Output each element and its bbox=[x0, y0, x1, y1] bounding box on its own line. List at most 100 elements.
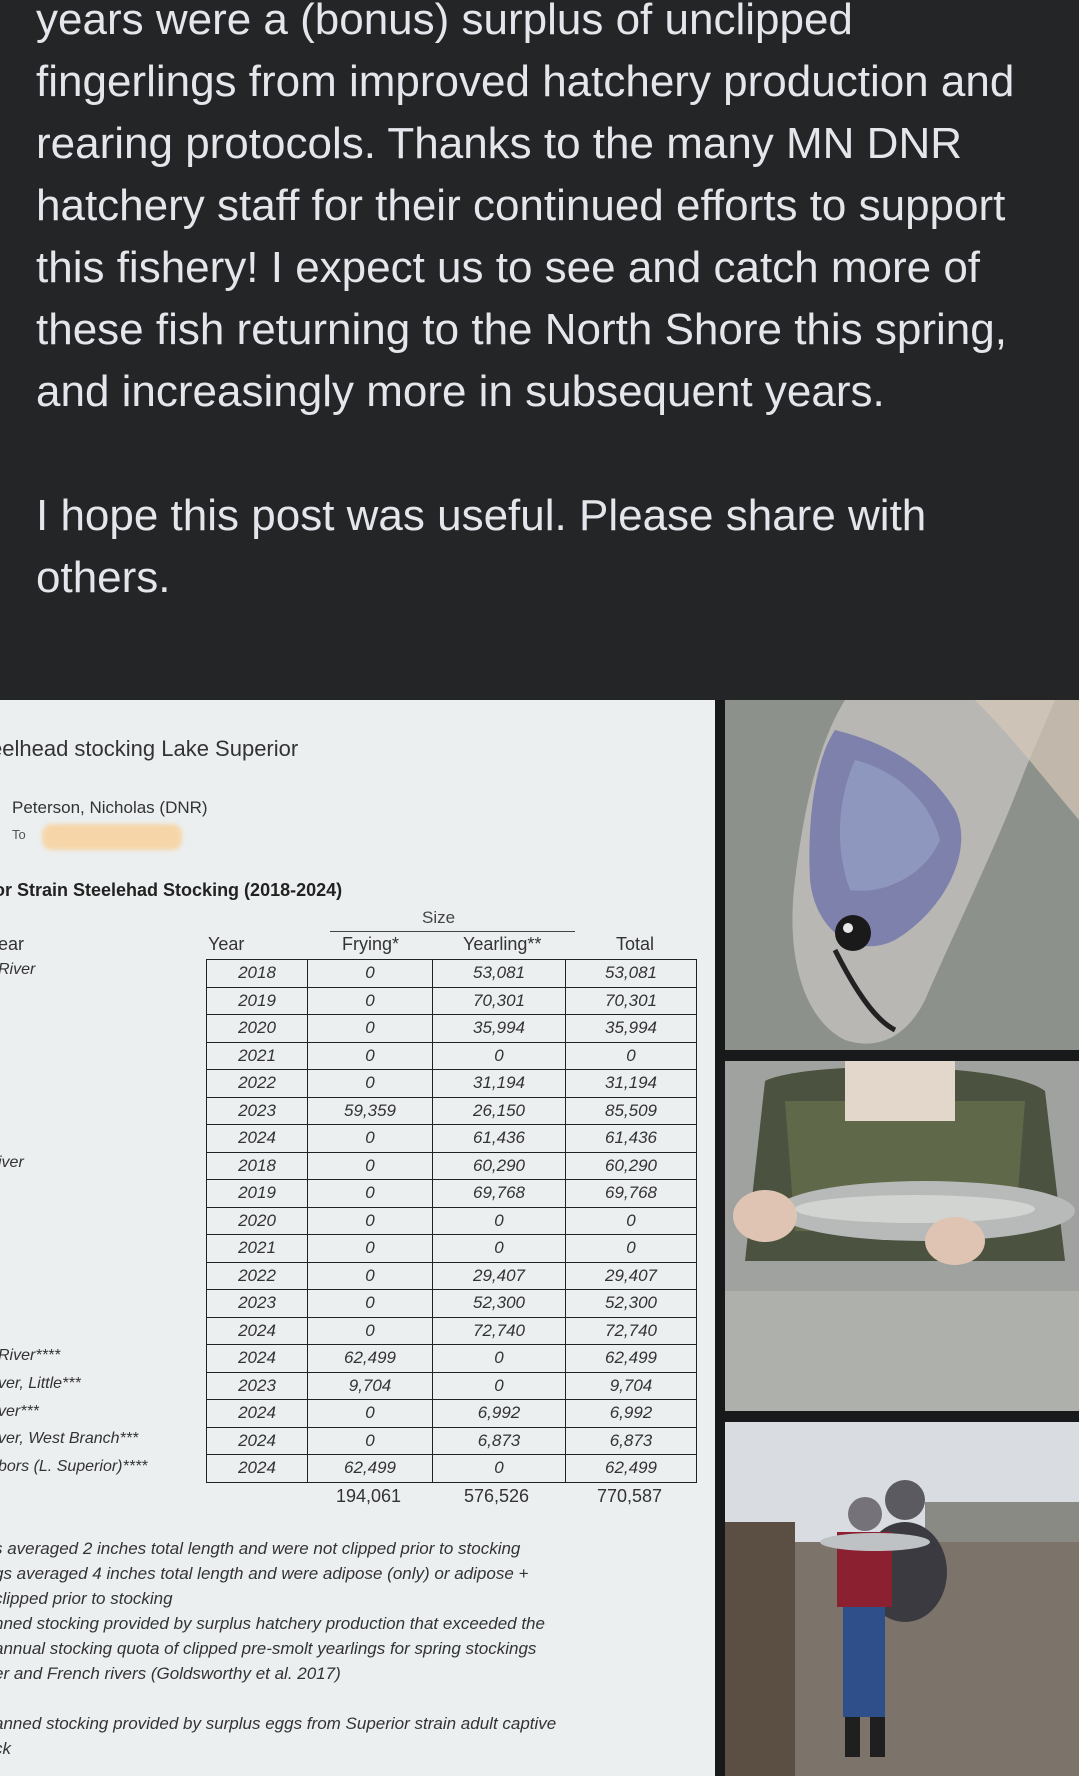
cell-yearling: 61,436 bbox=[432, 1124, 566, 1153]
header-frying: Frying* bbox=[342, 934, 400, 954]
footnote-line: annual stocking quota of clipped pre-smo… bbox=[0, 1639, 537, 1658]
cell-frying: 59,359 bbox=[307, 1096, 433, 1125]
table-heading: or Strain Steelehad Stocking (2018-2024) bbox=[0, 880, 343, 900]
cell-frying: 0 bbox=[307, 1151, 433, 1180]
cell-total: 53,081 bbox=[565, 959, 697, 988]
cell-yearling: 6,992 bbox=[432, 1399, 566, 1428]
footnote-line bbox=[0, 1686, 714, 1711]
cell-year: 2022 bbox=[206, 1261, 308, 1290]
footnotes: s averaged 2 inches total length and wer… bbox=[0, 1536, 714, 1761]
header-yearling: Yearling** bbox=[463, 934, 542, 954]
size-label: Size bbox=[422, 908, 456, 927]
cell-year: 2021 bbox=[206, 1234, 308, 1263]
cell-yearling: 0 bbox=[432, 1454, 566, 1483]
cell-year: 2024 bbox=[206, 1344, 308, 1373]
table-row: 2018 0 53,081 53,081 bbox=[206, 959, 697, 988]
total-frying: 194,061 bbox=[336, 1486, 402, 1506]
cell-frying: 0 bbox=[307, 1399, 433, 1428]
table-row: 2024 0 6,992 6,992 bbox=[206, 1399, 697, 1428]
cell-frying: 0 bbox=[307, 959, 433, 988]
cell-total: 61,436 bbox=[565, 1124, 697, 1153]
cell-yearling: 0 bbox=[432, 1234, 566, 1263]
cell-year: 2024 bbox=[206, 1426, 308, 1455]
header-total: Total bbox=[616, 934, 655, 954]
cell-total: 0 bbox=[565, 1234, 697, 1263]
table-row: 2023 9,704 0 9,704 bbox=[206, 1371, 697, 1400]
cell-year: 2024 bbox=[206, 1316, 308, 1345]
cell-year: 2018 bbox=[206, 959, 308, 988]
footnote-line: gs averaged 4 inches total length and we… bbox=[0, 1564, 529, 1583]
table-row: 2021 0 0 0 bbox=[206, 1234, 697, 1263]
cell-frying: 0 bbox=[307, 1069, 433, 1098]
cell-total: 9,704 bbox=[565, 1371, 697, 1400]
river-label: ver*** bbox=[0, 1402, 39, 1420]
footnote-line: clipped prior to stocking bbox=[0, 1589, 173, 1608]
cell-frying: 0 bbox=[307, 986, 433, 1015]
cell-total: 0 bbox=[565, 1206, 697, 1235]
steelhead-head-image bbox=[725, 700, 1079, 1050]
cell-frying: 0 bbox=[307, 1316, 433, 1345]
cell-total: 31,194 bbox=[565, 1069, 697, 1098]
cell-yearling: 70,301 bbox=[432, 986, 566, 1015]
footnote-line: anned stocking provided by surplus eggs … bbox=[0, 1714, 557, 1733]
table-row: 2019 0 70,301 70,301 bbox=[206, 986, 697, 1015]
email-to-label: To bbox=[12, 827, 26, 842]
table-row: 2022 0 31,194 31,194 bbox=[206, 1069, 697, 1098]
cell-total: 72,740 bbox=[565, 1316, 697, 1345]
cell-frying: 0 bbox=[307, 1124, 433, 1153]
cell-total: 60,290 bbox=[565, 1151, 697, 1180]
cell-year: 2019 bbox=[206, 986, 308, 1015]
table-row: 2024 62,499 0 62,499 bbox=[206, 1344, 697, 1373]
cell-yearling: 52,300 bbox=[432, 1289, 566, 1318]
cell-total: 6,992 bbox=[565, 1399, 697, 1428]
cell-year: 2020 bbox=[206, 1206, 308, 1235]
table-row: 2024 0 61,436 61,436 bbox=[206, 1124, 697, 1153]
cell-frying: 0 bbox=[307, 1426, 433, 1455]
cell-year: 2023 bbox=[206, 1371, 308, 1400]
river-label: ver, West Branch*** bbox=[0, 1430, 139, 1448]
cell-total: 62,499 bbox=[565, 1344, 697, 1373]
cell-yearling: 0 bbox=[432, 1041, 566, 1070]
river-label: ver, Little*** bbox=[0, 1375, 81, 1392]
cell-yearling: 29,407 bbox=[432, 1261, 566, 1290]
cell-yearling: 35,994 bbox=[432, 1014, 566, 1043]
cell-yearling: 6,873 bbox=[432, 1426, 566, 1455]
cell-frying: 0 bbox=[307, 1234, 433, 1263]
cell-frying: 62,499 bbox=[307, 1454, 433, 1483]
angler-holding-steelhead-photo[interactable] bbox=[725, 1061, 1079, 1411]
total-yearling: 576,526 bbox=[464, 1486, 530, 1506]
table-row: 2024 62,499 0 62,499 bbox=[206, 1454, 697, 1483]
table-row: 2018 0 60,290 60,290 bbox=[206, 1151, 697, 1180]
river-label: iver bbox=[0, 1154, 24, 1172]
header-river: ear bbox=[0, 934, 25, 954]
cell-year: 2024 bbox=[206, 1399, 308, 1428]
river-label: River bbox=[0, 961, 36, 978]
table-row: 2020 0 0 0 bbox=[206, 1206, 697, 1235]
cell-year: 2024 bbox=[206, 1124, 308, 1153]
document-screenshot-photo[interactable]: eelhead stocking Lake Superior Peterson,… bbox=[0, 700, 715, 1776]
cell-total: 62,499 bbox=[565, 1454, 697, 1483]
table-row: 2020 0 35,994 35,994 bbox=[206, 1014, 697, 1043]
size-divider bbox=[330, 931, 575, 932]
cell-year: 2024 bbox=[206, 1454, 308, 1483]
table-row: 2023 59,359 26,150 85,509 bbox=[206, 1096, 697, 1125]
cell-total: 6,873 bbox=[565, 1426, 697, 1455]
table-row: 2024 0 72,740 72,740 bbox=[206, 1316, 697, 1345]
river-label: bors (L. Superior)**** bbox=[0, 1457, 148, 1475]
cell-frying: 0 bbox=[307, 1261, 433, 1290]
cell-yearling: 26,150 bbox=[432, 1096, 566, 1125]
table-row: 2019 0 69,768 69,768 bbox=[206, 1179, 697, 1208]
footnote-line: s averaged 2 inches total length and wer… bbox=[0, 1539, 521, 1558]
photo-gallery: eelhead stocking Lake Superior Peterson,… bbox=[0, 700, 1079, 1776]
cell-frying: 0 bbox=[307, 1014, 433, 1043]
cell-yearling: 69,768 bbox=[432, 1179, 566, 1208]
cell-frying: 0 bbox=[307, 1206, 433, 1235]
cell-total: 52,300 bbox=[565, 1289, 697, 1318]
cell-yearling: 0 bbox=[432, 1206, 566, 1235]
child-holding-fish-photo[interactable] bbox=[725, 1422, 1079, 1776]
steelhead-head-photo[interactable] bbox=[725, 700, 1079, 1050]
table-row: 2023 0 52,300 52,300 bbox=[206, 1289, 697, 1318]
cell-year: 2020 bbox=[206, 1014, 308, 1043]
cell-year: 2018 bbox=[206, 1151, 308, 1180]
email-subject: eelhead stocking Lake Superior bbox=[0, 736, 299, 761]
